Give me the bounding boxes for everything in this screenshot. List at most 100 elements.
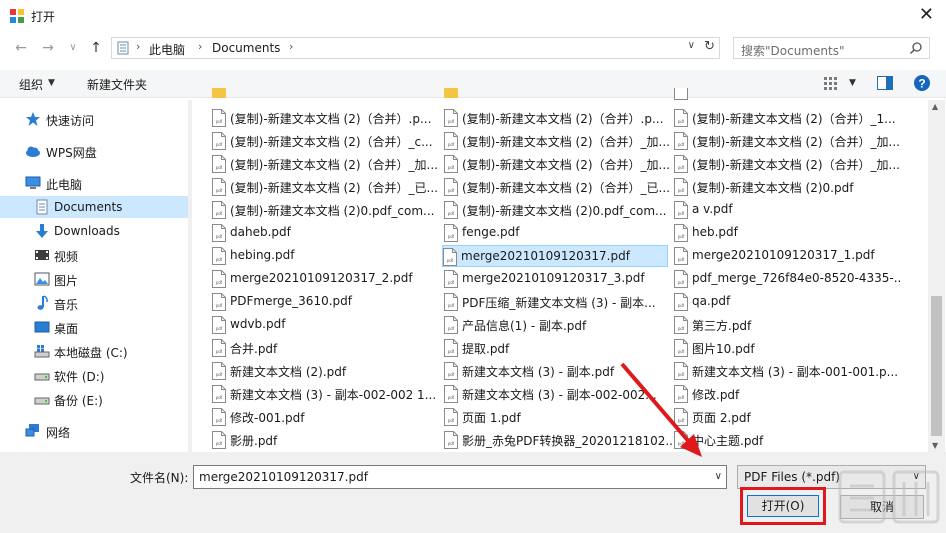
breadcrumb-this-pc[interactable]: 此电脑 <box>149 41 185 58</box>
svg-text:pdf: pdf <box>448 395 455 400</box>
file-name: PDF压缩_新建文本文档 (3) - 副本... <box>462 296 656 310</box>
file-item[interactable]: pdf 产品信息(1) - 副本.pdf <box>444 314 670 336</box>
file-item[interactable]: pdf (复制)-新建文本文档 (2)（合并）_加... <box>674 130 900 152</box>
sidebar-item-label: 本地磁盘 (C:) <box>54 346 128 360</box>
file-item[interactable]: pdf 修改.pdf <box>674 383 900 405</box>
organize-button[interactable]: 组织 <box>19 76 43 93</box>
recent-locations-button[interactable]: ∨ <box>64 38 82 58</box>
scrollbar-thumb[interactable] <box>931 296 942 436</box>
view-dropdown-icon[interactable]: ▼ <box>849 78 856 88</box>
forward-button[interactable]: → <box>39 38 57 58</box>
file-list-scrollbar[interactable]: ▲ ▼ <box>928 100 945 452</box>
file-name: (复制)-新建文本文档 (2)（合并）_加... <box>462 135 670 149</box>
file-item[interactable]: pdf hebing.pdf <box>212 245 438 267</box>
drive-icon <box>34 345 50 358</box>
file-name: (复制)-新建文本文档 (2)0.pdf_com... <box>230 204 435 218</box>
file-item[interactable]: pdf (复制)-新建文本文档 (2)（合并）_加... <box>212 153 438 175</box>
file-item[interactable]: pdf PDFmerge_3610.pdf <box>212 291 438 313</box>
file-item[interactable]: pdf merge20210109120317_3.pdf <box>444 268 670 290</box>
sidebar-item-this-pc[interactable]: 此电脑 <box>0 172 188 194</box>
file-item[interactable]: pdf wdvb.pdf <box>212 314 438 336</box>
file-item[interactable]: pdf 新建文本文档 (3) - 副本-002-002... <box>444 383 670 405</box>
file-item[interactable]: pdf (复制)-新建文本文档 (2)（合并）_加... <box>444 153 670 175</box>
file-item[interactable]: pdf (复制)-新建文本文档 (2)0.pdf <box>674 176 900 198</box>
back-button[interactable]: ← <box>12 38 30 58</box>
sidebar-item-label: 备份 (E:) <box>54 394 103 408</box>
file-item[interactable]: pdf (复制)-新建文本文档 (2)（合并）_c... <box>212 130 438 152</box>
file-item[interactable]: pdf merge20210109120317_1.pdf <box>674 245 900 267</box>
breadcrumb-separator-icon: › <box>136 40 141 53</box>
refresh-icon[interactable]: ↻ <box>704 39 715 54</box>
scroll-down-icon[interactable]: ▼ <box>932 441 938 450</box>
file-item[interactable]: pdf merge20210109120317.pdf <box>442 245 668 267</box>
file-item[interactable]: pdf 影册_赤兔PDF转换器_20201218102... <box>444 429 672 451</box>
file-item[interactable]: pdf (复制)-新建文本文档 (2)（合并）.p... <box>212 107 438 129</box>
file-item[interactable]: pdf pdf_merge_726f84e0-8520-4335-... <box>674 268 902 290</box>
file-item[interactable]: pdf 中心主题.pdf <box>674 429 900 451</box>
sidebar-item-drive-d[interactable]: 软件 (D:) <box>0 364 188 386</box>
sidebar-item-drive-c[interactable]: 本地磁盘 (C:) <box>0 340 188 362</box>
open-button[interactable]: 打开(O) <box>747 495 819 517</box>
pdf-file-icon: pdf <box>212 132 226 150</box>
file-item[interactable]: pdf 影册.pdf <box>212 429 438 451</box>
file-item[interactable]: pdf daheb.pdf <box>212 222 438 244</box>
file-item[interactable]: pdf PDF压缩_新建文本文档 (3) - 副本... <box>444 291 670 313</box>
file-item[interactable]: pdf qa.pdf <box>674 291 900 313</box>
up-button[interactable]: ↑ <box>87 38 105 58</box>
cloud-icon <box>26 146 40 157</box>
file-item[interactable]: pdf 新建文本文档 (2).pdf <box>212 360 438 382</box>
file-item[interactable]: pdf fenge.pdf <box>444 222 670 244</box>
sidebar-item-videos[interactable]: 视频 <box>0 244 188 266</box>
list-item[interactable] <box>212 88 438 102</box>
svg-text:pdf: pdf <box>678 372 685 377</box>
search-input[interactable]: 搜索"Documents" <box>733 37 930 59</box>
file-item[interactable]: pdf (复制)-新建文本文档 (2)（合并）_已... <box>212 176 438 198</box>
file-item[interactable]: pdf 修改-001.pdf <box>212 406 438 428</box>
sidebar-item-drive-e[interactable]: 备份 (E:) <box>0 388 188 410</box>
close-icon[interactable]: ✕ <box>919 4 934 25</box>
sidebar-scrollbar[interactable] <box>188 100 192 452</box>
file-item[interactable]: pdf (复制)-新建文本文档 (2)（合并）.p... <box>444 107 670 129</box>
file-item[interactable]: pdf (复制)-新建文本文档 (2)（合并）_加... <box>674 153 900 175</box>
file-item[interactable]: pdf 新建文本文档 (3) - 副本-001-001.p... <box>674 360 900 382</box>
sidebar-item-wps-cloud[interactable]: WPS网盘 <box>0 140 188 162</box>
sidebar-item-network[interactable]: 网络 <box>0 420 188 442</box>
list-item[interactable] <box>444 88 670 102</box>
file-item[interactable]: pdf (复制)-新建文本文档 (2)（合并）_已... <box>444 176 670 198</box>
address-dropdown-icon[interactable]: ∨ <box>688 40 695 51</box>
file-item[interactable]: pdf 合并.pdf <box>212 337 438 359</box>
file-item[interactable]: pdf 图片10.pdf <box>674 337 900 359</box>
breadcrumb-documents[interactable]: Documents <box>212 41 280 55</box>
scroll-up-icon[interactable]: ▲ <box>932 102 938 111</box>
file-item[interactable]: pdf a v.pdf <box>674 199 900 221</box>
file-item[interactable]: pdf 新建文本文档 (3) - 副本.pdf <box>444 360 670 382</box>
search-icon[interactable] <box>909 41 923 55</box>
sidebar-item-quick-access[interactable]: 快速访问 <box>0 108 188 130</box>
sidebar-item-music[interactable]: 音乐 <box>0 292 188 314</box>
file-item[interactable]: pdf 提取.pdf <box>444 337 670 359</box>
file-name: (复制)-新建文本文档 (2)（合并）_加... <box>692 135 900 149</box>
organize-dropdown-icon[interactable]: ▼ <box>48 78 55 88</box>
file-item[interactable]: pdf (复制)-新建文本文档 (2)0.pdf_com... <box>212 199 438 221</box>
sidebar-item-pictures[interactable]: 图片 <box>0 268 188 290</box>
address-bar[interactable]: › 此电脑 › Documents › ∨ ↻ <box>111 37 720 59</box>
file-item[interactable]: pdf 第三方.pdf <box>674 314 900 336</box>
file-item[interactable]: pdf (复制)-新建文本文档 (2)0.pdf_com... <box>444 199 670 221</box>
new-folder-button[interactable]: 新建文件夹 <box>87 76 147 93</box>
sidebar-item-desktop[interactable]: 桌面 <box>0 316 188 338</box>
sidebar-item-downloads[interactable]: Downloads <box>0 220 188 242</box>
file-item[interactable]: pdf 页面 2.pdf <box>674 406 900 428</box>
file-list: pdf (复制)-新建文本文档 (2)（合并）.p... pdf (复制)-新建文本文… <box>196 88 928 452</box>
sidebar-item-documents[interactable]: Documents <box>0 196 188 218</box>
file-item[interactable]: pdf heb.pdf <box>674 222 900 244</box>
file-item[interactable]: pdf (复制)-新建文本文档 (2)（合并）_加... <box>444 130 670 152</box>
file-item[interactable]: pdf (复制)-新建文本文档 (2)（合并）_1... <box>674 107 900 129</box>
file-item[interactable]: pdf merge20210109120317_2.pdf <box>212 268 438 290</box>
svg-text:pdf: pdf <box>216 303 223 308</box>
list-item[interactable] <box>674 88 900 102</box>
svg-text:pdf: pdf <box>216 119 223 124</box>
file-item[interactable]: pdf 页面 1.pdf <box>444 406 670 428</box>
chevron-down-icon[interactable]: ∨ <box>715 471 722 482</box>
file-item[interactable]: pdf 新建文本文档 (3) - 副本-002-002 1... <box>212 383 438 405</box>
filename-input[interactable]: merge20210109120317.pdf ∨ <box>193 465 727 489</box>
